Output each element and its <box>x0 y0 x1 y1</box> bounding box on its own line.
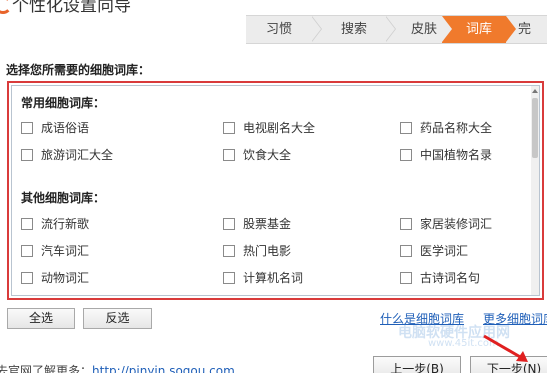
option-label: 古诗词名句 <box>420 271 481 285</box>
step-navigator: 习惯 搜索 皮肤 词库 完 <box>246 15 547 44</box>
option-label: 热门电影 <box>243 244 292 258</box>
select-all-button[interactable]: 全选 <box>7 308 75 329</box>
red-arrow-icon <box>483 334 528 362</box>
checkbox[interactable] <box>223 218 235 230</box>
checkbox[interactable] <box>21 272 33 284</box>
checkbox[interactable] <box>400 122 412 134</box>
dictionary-list-inner: 常用细胞词库： 成语俗语 电视剧名大全 药品名称大全 旅游词汇大全 饮食大全 中… <box>11 85 540 296</box>
checkbox[interactable] <box>400 218 412 230</box>
option-label: 药品名称大全 <box>420 121 493 135</box>
dictionary-list: 常用细胞词库： 成语俗语 电视剧名大全 药品名称大全 旅游词汇大全 饮食大全 中… <box>7 81 544 300</box>
checkbox[interactable] <box>223 245 235 257</box>
option-label: 汽车词汇 <box>41 244 90 258</box>
checkbox[interactable] <box>223 272 235 284</box>
checkbox[interactable] <box>223 149 235 161</box>
option-label: 家居装修词汇 <box>420 217 493 231</box>
checkbox[interactable] <box>223 122 235 134</box>
scroll-up-arrow-icon[interactable] <box>532 89 538 93</box>
step-habit[interactable]: 习惯 <box>246 16 312 43</box>
option-label: 成语俗语 <box>41 121 90 135</box>
prev-step-button[interactable]: 上一步(B) <box>373 356 461 373</box>
option-label: 股票基金 <box>243 217 292 231</box>
wizard-title: 个性化设置向导 <box>12 0 131 16</box>
invert-selection-button[interactable]: 反选 <box>83 308 152 329</box>
option-label: 动物词汇 <box>41 271 90 285</box>
option-label: 电视剧名大全 <box>243 121 316 135</box>
vertical-scrollbar[interactable] <box>531 86 539 295</box>
checkbox[interactable] <box>400 149 412 161</box>
scroll-thumb[interactable] <box>532 98 538 158</box>
prompt-label: 选择您所需要的细胞词库： <box>6 63 151 77</box>
option-label: 中国植物名录 <box>420 148 493 162</box>
official-site-link[interactable]: http://pinyin.sogou.com <box>92 364 235 373</box>
checkbox[interactable] <box>400 245 412 257</box>
option-label: 计算机名词 <box>243 271 304 285</box>
option-label: 旅游词汇大全 <box>41 148 114 162</box>
checkbox[interactable] <box>21 149 33 161</box>
section-title-other: 其他细胞词库： <box>21 191 106 205</box>
step-separator <box>506 16 518 43</box>
step-search[interactable]: 搜索 <box>322 16 386 43</box>
section-title-common: 常用细胞词库： <box>21 96 106 110</box>
wizard-header: 个性化设置向导 习惯 搜索 皮肤 词库 完 <box>0 0 547 44</box>
step-dictionary[interactable]: 词库 <box>452 16 506 43</box>
footer-label: 去官网了解更多： <box>0 364 93 373</box>
option-label: 饮食大全 <box>243 148 292 162</box>
option-label: 流行新歌 <box>41 217 90 231</box>
option-label: 医学词汇 <box>420 244 469 258</box>
sogou-logo-icon <box>0 0 12 14</box>
checkbox[interactable] <box>21 218 33 230</box>
checkbox[interactable] <box>400 272 412 284</box>
checkbox[interactable] <box>21 245 33 257</box>
checkbox[interactable] <box>21 122 33 134</box>
step-finish[interactable]: 完 <box>518 16 547 43</box>
footer-info: 去官网了解更多：http://pinyin.sogou.com <box>0 362 235 373</box>
step-separator <box>442 16 452 43</box>
